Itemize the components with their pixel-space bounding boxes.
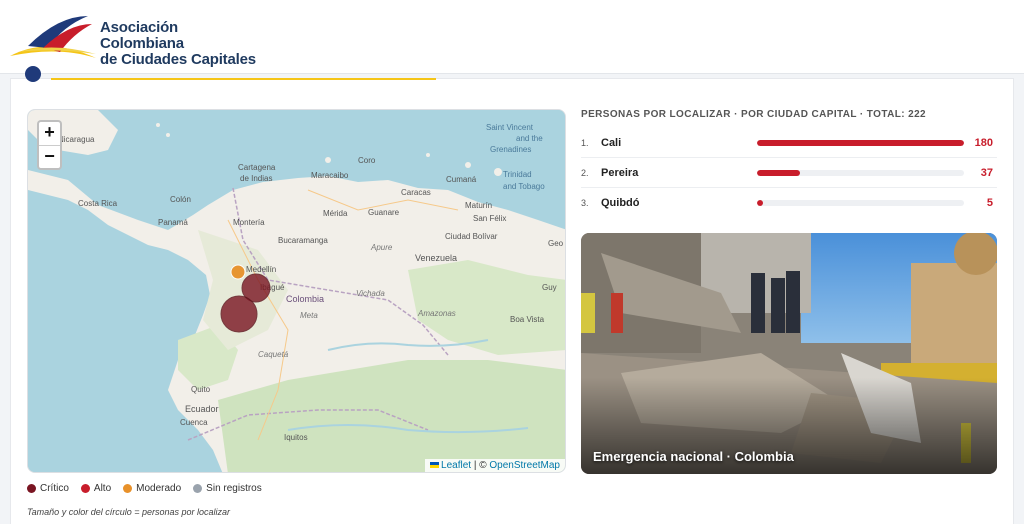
rank-bar-track	[757, 200, 964, 206]
rank-index: 1.	[581, 138, 589, 148]
brand-logo[interactable]: Asociación Colombiana de Ciudades Capita…	[8, 6, 258, 68]
rubble-scene-image	[581, 233, 997, 474]
ranking-list: 1. Cali 180 2. Pereira 37 3. Quibdó 5	[581, 128, 997, 218]
map-label-apure: Apure	[370, 243, 393, 252]
rank-bar-track	[757, 140, 964, 146]
map-legend: Crítico Alto Moderado Sin registros	[27, 483, 262, 494]
legend-label: Moderado	[136, 483, 182, 494]
map-label-cuenca: Cuenca	[180, 418, 208, 427]
map-label-quito: Quito	[191, 385, 211, 394]
top-bar: Asociación Colombiana de Ciudades Capita…	[0, 0, 1024, 74]
rank-index: 3.	[581, 198, 589, 208]
legend-item-moderado: Moderado	[123, 483, 181, 494]
circle-quibdo[interactable]	[230, 264, 246, 280]
ranking-row[interactable]: 1. Cali 180	[581, 128, 997, 158]
rank-value: 5	[986, 197, 993, 209]
dashboard-card: Nicaragua Costa Rica Colón Panamá Cartag…	[10, 66, 1014, 524]
map-label-meta: Meta	[300, 311, 318, 320]
map-label-nicaragua: Nicaragua	[58, 135, 95, 144]
legend-item-alto: Alto	[80, 483, 112, 494]
map-label-iquitos: Iquitos	[284, 433, 308, 442]
map-label-colon: Colón	[170, 195, 191, 204]
ukraine-flag-icon	[430, 462, 440, 469]
ranking-row[interactable]: 3. Quibdó 5	[581, 188, 997, 218]
map-label-venezuela: Venezuela	[415, 253, 457, 263]
map-label-cartagena: Cartagena	[238, 163, 276, 172]
legend-swatch-moderado	[123, 484, 133, 493]
rank-bar-track	[757, 170, 964, 176]
ranking-title: Personas por localizar · por ciudad capi…	[581, 109, 927, 120]
map-tiles: Nicaragua Costa Rica Colón Panamá Cartag…	[28, 110, 565, 472]
legend-label: Alto	[93, 483, 112, 494]
map-label-caqueta: Caquetá	[258, 350, 289, 359]
map-label-coro: Coro	[358, 156, 376, 165]
rank-value: 37	[980, 167, 993, 179]
rank-index: 2.	[581, 168, 589, 178]
map-label-and-the: and the	[516, 134, 543, 143]
emergency-photo: Emergencia nacional · Colombia	[581, 233, 997, 474]
map-label-geo: Geo	[548, 239, 564, 248]
map-label-costa-rica: Costa Rica	[78, 199, 118, 208]
map-label-and-tobago: and Tobago	[503, 182, 545, 191]
map-label-guy: Guy	[542, 283, 557, 292]
legend-item-critico: Crítico	[27, 483, 69, 494]
map-label-colombia: Colombia	[286, 294, 324, 304]
rank-bar-fill	[757, 170, 801, 176]
rank-bar-fill	[757, 200, 764, 206]
rank-city: Cali	[601, 137, 622, 149]
map-view[interactable]: Nicaragua Costa Rica Colón Panamá Cartag…	[27, 109, 566, 473]
logo-swoosh-icon	[10, 16, 96, 58]
legend-label: Crítico	[40, 483, 69, 494]
section-dot-icon	[25, 66, 41, 82]
map-label-medellin: Medellín	[246, 265, 276, 274]
circle-cali[interactable]	[220, 295, 258, 333]
legend-swatch-critico	[27, 484, 36, 493]
legend-swatch-alto	[80, 484, 90, 493]
map-label-panama: Panamá	[158, 218, 188, 227]
map-label-merida: Mérida	[323, 209, 348, 218]
map-label-saint-vincent: Saint Vincent	[486, 123, 534, 132]
map-label-san-felix: San Félix	[473, 214, 506, 223]
section-underline	[51, 78, 436, 80]
attribution-separator: | ©	[471, 460, 490, 471]
map-label-cumana: Cumaná	[446, 175, 477, 184]
map-label-vichada: Vichada	[356, 289, 385, 298]
ranking-panel: Personas por localizar · por ciudad capi…	[581, 109, 997, 474]
rank-city: Quibdó	[601, 197, 640, 209]
map-label-bucaramanga: Bucaramanga	[278, 236, 328, 245]
legend-swatch-sin-registros	[193, 484, 203, 493]
legend-label: Sin registros	[206, 483, 262, 494]
map-label-ciudad-bolivar: Ciudad Bolívar	[445, 232, 498, 241]
map-label-boa-vista: Boa Vista	[510, 315, 545, 324]
rank-value: 180	[974, 137, 993, 149]
map-label-monteria: Montería	[233, 218, 265, 227]
map-label-ecuador: Ecuador	[185, 404, 219, 414]
brand-line-2: de Ciudades Capitales	[100, 51, 256, 68]
map-label-trinidad: Trinidad	[503, 170, 532, 179]
rank-bar-fill	[757, 140, 964, 146]
osm-link[interactable]: OpenStreetMap	[489, 460, 560, 471]
brand-line-1: Asociación Colombiana	[100, 19, 184, 52]
rank-city: Pereira	[601, 167, 639, 179]
leaflet-link[interactable]: Leaflet	[441, 460, 471, 471]
map-label-guanare: Guanare	[368, 208, 400, 217]
map-label-maturin: Maturín	[465, 201, 492, 210]
map-label-caracas: Caracas	[401, 188, 431, 197]
map-note: Tamaño y color del círculo = personas po…	[27, 507, 231, 517]
map-label-amazonas: Amazonas	[417, 309, 456, 318]
photo-caption: Emergencia nacional · Colombia	[593, 449, 794, 464]
ranking-row[interactable]: 2. Pereira 37	[581, 158, 997, 188]
brand-name: Asociación Colombiana de Ciudades Capita…	[100, 20, 258, 68]
map-label-maracaibo: Maracaibo	[311, 171, 349, 180]
legend-item-sin-registros: Sin registros	[193, 483, 262, 494]
zoom-control: + −	[37, 120, 62, 170]
map-label-grenadines: Grenadines	[490, 145, 531, 154]
map-attribution: Leaflet | © OpenStreetMap	[425, 459, 565, 472]
zoom-in-button[interactable]: +	[39, 122, 60, 145]
zoom-out-button[interactable]: −	[39, 145, 60, 168]
map-label-de-indias: de Indias	[240, 174, 272, 183]
